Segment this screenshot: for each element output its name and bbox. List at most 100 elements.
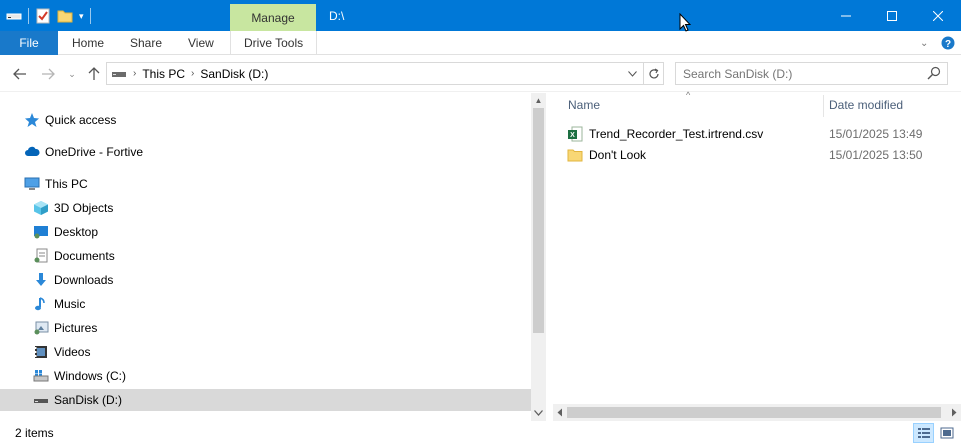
- sidebar-item-label: Quick access: [45, 113, 117, 127]
- file-row[interactable]: Don't Look 15/01/2025 13:50: [567, 145, 957, 165]
- svg-text:X: X: [570, 132, 575, 139]
- sidebar-item-label: Videos: [54, 345, 91, 359]
- scroll-down-arrow-icon[interactable]: [531, 405, 546, 420]
- sidebar-item-label: Music: [54, 297, 86, 311]
- quick-access-toolbar: ▾: [6, 7, 91, 25]
- back-button[interactable]: [10, 64, 30, 84]
- sidebar-item-label: Downloads: [54, 273, 114, 287]
- ribbon-tabs: File Home Share View Drive Tools ⌄ ?: [0, 31, 961, 55]
- sidebar-item-label: SanDisk (D:): [54, 393, 123, 407]
- documents-icon: [33, 248, 49, 264]
- ribbon-separator: [230, 31, 231, 55]
- sidebar-item-quick-access[interactable]: Quick access: [0, 109, 531, 131]
- qat-separator: [89, 8, 91, 24]
- sidebar-item-label: Windows (C:): [54, 369, 127, 383]
- refresh-button[interactable]: [643, 63, 663, 84]
- sidebar-item-3d-objects[interactable]: 3D Objects: [0, 197, 531, 219]
- column-header-name[interactable]: Name: [568, 93, 600, 117]
- refresh-icon: [648, 67, 659, 78]
- large-icons-view-icon: [940, 427, 953, 439]
- download-icon: [33, 272, 49, 288]
- sidebar-item-label: Documents: [54, 249, 115, 263]
- tab-view[interactable]: View: [188, 31, 214, 55]
- videos-icon: [33, 344, 49, 360]
- address-dropdown-icon[interactable]: [623, 63, 641, 84]
- file-row[interactable]: X Trend_Recorder_Test.irtrend.csv 15/01/…: [567, 124, 957, 144]
- search-input[interactable]: [683, 66, 923, 81]
- breadcrumb-chevron-icon[interactable]: ›: [191, 68, 194, 79]
- sidebar-item-onedrive[interactable]: OneDrive - Fortive: [0, 141, 531, 163]
- nav-scroll-thumb[interactable]: [533, 108, 544, 333]
- breadcrumb-sandisk[interactable]: SanDisk (D:): [200, 67, 268, 81]
- cloud-icon: [24, 144, 40, 160]
- horizontal-scroll-thumb[interactable]: [567, 407, 941, 418]
- horizontal-scrollbar[interactable]: [553, 404, 961, 421]
- sidebar-item-label: OneDrive - Fortive: [45, 145, 144, 159]
- sidebar-item-label: Desktop: [54, 225, 99, 239]
- nav-scrollbar[interactable]: ▲: [531, 93, 546, 421]
- status-bar: 2 items: [0, 421, 961, 445]
- sidebar-item-documents[interactable]: Documents: [0, 245, 531, 267]
- sidebar-item-downloads[interactable]: Downloads: [0, 269, 531, 291]
- new-folder-icon[interactable]: [57, 8, 73, 24]
- forward-button[interactable]: [38, 64, 58, 84]
- search-box[interactable]: [675, 62, 948, 85]
- help-button[interactable]: ?: [941, 31, 955, 55]
- forward-arrow-icon: [42, 68, 55, 80]
- window-title: D:\: [329, 9, 345, 23]
- search-icon[interactable]: [927, 66, 941, 80]
- up-button[interactable]: [84, 64, 104, 84]
- drive-c-icon: [33, 368, 49, 384]
- properties-icon[interactable]: [35, 8, 51, 24]
- back-arrow-icon: [13, 68, 26, 80]
- address-bar[interactable]: › This PC › SanDisk (D:): [106, 62, 664, 85]
- column-separator[interactable]: [823, 95, 824, 117]
- computer-icon: [24, 176, 40, 192]
- maximize-button[interactable]: [869, 0, 915, 31]
- minimize-icon: [841, 15, 851, 16]
- breadcrumb-this-pc[interactable]: This PC: [142, 67, 185, 81]
- recent-locations-chevron-icon[interactable]: ⌄: [62, 64, 82, 84]
- drive-icon: [111, 69, 127, 79]
- close-icon: [933, 10, 943, 21]
- sidebar-item-this-pc[interactable]: This PC: [0, 173, 531, 195]
- sidebar-item-label: This PC: [45, 177, 88, 191]
- tab-file[interactable]: File: [0, 31, 58, 55]
- file-date: 15/01/2025 13:50: [829, 148, 923, 162]
- folder-icon: [567, 147, 583, 163]
- mouse-cursor-icon: [679, 13, 691, 32]
- up-arrow-icon: [88, 67, 100, 80]
- sidebar-item-pictures[interactable]: Pictures: [0, 317, 531, 339]
- details-view-icon: [917, 428, 930, 438]
- ribbon-expand-chevron-icon[interactable]: ⌄: [920, 31, 928, 55]
- pictures-icon: [33, 320, 49, 336]
- cube-icon: [33, 200, 49, 216]
- star-icon: [24, 112, 40, 128]
- sidebar-item-desktop[interactable]: Desktop: [0, 221, 531, 243]
- breadcrumb-chevron-icon[interactable]: ›: [133, 68, 136, 79]
- minimize-button[interactable]: [823, 0, 869, 31]
- sidebar-item-music[interactable]: Music: [0, 293, 531, 315]
- tab-share[interactable]: Share: [130, 31, 162, 55]
- sidebar-item-sandisk-d[interactable]: SanDisk (D:): [0, 389, 531, 411]
- sidebar-item-videos[interactable]: Videos: [0, 341, 531, 363]
- sort-ascending-icon: ^: [686, 90, 691, 100]
- tab-home[interactable]: Home: [72, 31, 104, 55]
- large-icons-view-button[interactable]: [936, 423, 957, 443]
- column-header-date-modified[interactable]: Date modified: [829, 93, 903, 117]
- sidebar-item-label: 3D Objects: [54, 201, 114, 215]
- sidebar-item-windows-c[interactable]: Windows (C:): [0, 365, 531, 387]
- navigation-pane: Quick access OneDrive - Fortive This PC …: [0, 93, 546, 421]
- manage-tab[interactable]: Manage: [230, 4, 316, 31]
- close-button[interactable]: [915, 0, 961, 31]
- drive-icon[interactable]: [6, 8, 22, 24]
- qat-dropdown-icon[interactable]: ▾: [79, 11, 84, 22]
- tab-drive-tools[interactable]: Drive Tools: [244, 31, 303, 55]
- item-count: 2 items: [15, 426, 54, 440]
- scroll-up-arrow-icon[interactable]: ▲: [531, 93, 546, 108]
- ribbon-separator: [316, 31, 317, 55]
- scroll-right-arrow-icon[interactable]: [947, 404, 961, 421]
- scroll-left-arrow-icon[interactable]: [553, 404, 567, 421]
- details-view-button[interactable]: [913, 423, 934, 443]
- desktop-icon: [33, 224, 49, 240]
